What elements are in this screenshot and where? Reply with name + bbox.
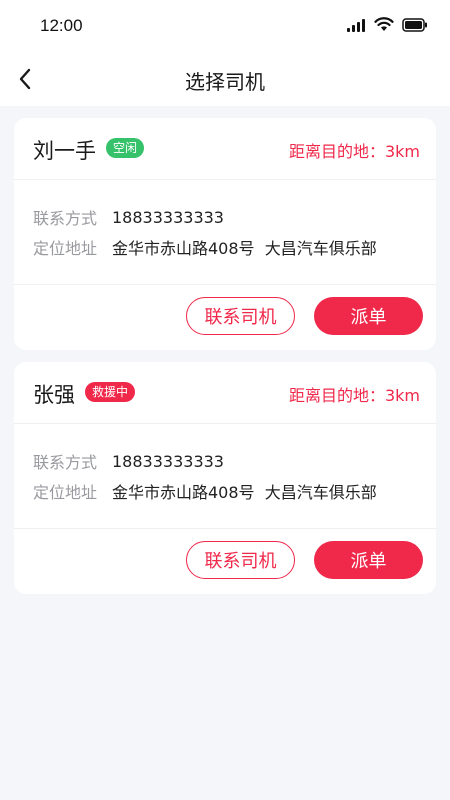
phone-value: 18833333333: [112, 451, 224, 471]
card-header: 张强 救援中 距离目的地：3km: [14, 362, 436, 424]
address-row: 定位地址 金华市赤山路408号 大昌汽车俱乐部: [33, 476, 423, 506]
dispatch-button[interactable]: 派单: [314, 541, 423, 579]
contact-driver-button[interactable]: 联系司机: [186, 541, 295, 579]
address-value: 金华市赤山路408号 大昌汽车俱乐部: [112, 239, 377, 258]
status-bar: 12:00: [0, 0, 450, 52]
status-badge: 救援中: [85, 382, 136, 402]
driver-info: 联系方式 18833333333 定位地址 金华市赤山路408号 大昌汽车俱乐部: [33, 446, 423, 506]
address-label: 定位地址: [33, 239, 98, 258]
driver-name: 张强: [33, 383, 75, 407]
driver-card: 刘一手 空闲 距离目的地：3km 联系方式 18833333333 定位地址 金…: [14, 118, 436, 350]
battery-icon: [402, 17, 427, 32]
page-title: 选择司机: [185, 70, 265, 94]
status-icons: [346, 17, 428, 32]
card-header: 刘一手 空闲 距离目的地：3km: [14, 118, 436, 180]
status-badge: 空闲: [106, 138, 145, 158]
signal-icon: [347, 18, 365, 32]
status-time: 12:00: [40, 16, 83, 35]
address-label: 定位地址: [33, 483, 98, 502]
distance-text: 距离目的地：3km: [288, 142, 420, 161]
phone-row: 联系方式 18833333333: [33, 446, 423, 476]
nav-bar: 选择司机: [0, 52, 450, 106]
wifi-icon: [374, 17, 394, 31]
phone-label: 联系方式: [33, 453, 98, 472]
card-actions: 联系司机 派单: [14, 284, 436, 350]
contact-driver-button[interactable]: 联系司机: [186, 297, 295, 335]
distance-text: 距离目的地：3km: [288, 386, 420, 405]
phone-value: 18833333333: [112, 207, 224, 227]
address-value: 金华市赤山路408号 大昌汽车俱乐部: [112, 483, 377, 502]
phone-row: 联系方式 18833333333: [33, 202, 423, 232]
dispatch-button[interactable]: 派单: [314, 297, 423, 335]
driver-info: 联系方式 18833333333 定位地址 金华市赤山路408号 大昌汽车俱乐部: [33, 202, 423, 262]
driver-name: 刘一手: [33, 139, 96, 163]
card-actions: 联系司机 派单: [14, 528, 436, 594]
phone-label: 联系方式: [33, 209, 98, 228]
address-row: 定位地址 金华市赤山路408号 大昌汽车俱乐部: [33, 232, 423, 262]
driver-card: 张强 救援中 距离目的地：3km 联系方式 18833333333 定位地址 金…: [14, 362, 436, 594]
